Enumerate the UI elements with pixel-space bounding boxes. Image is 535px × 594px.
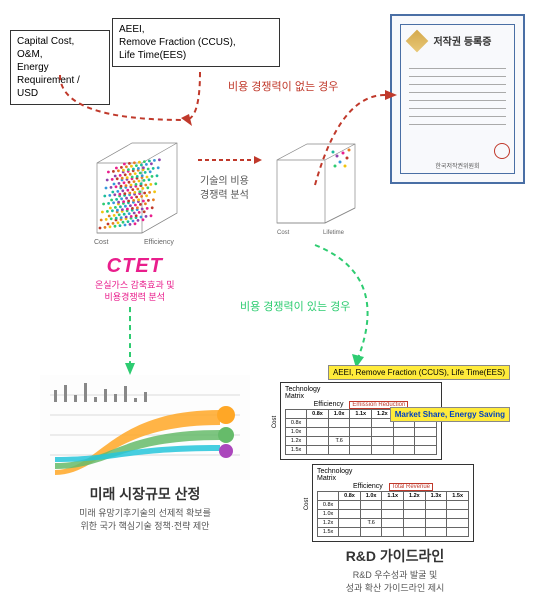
certificate-footer: 한국저작권위원회 <box>401 161 514 170</box>
cube-annotation: 기술의 비용 경쟁력 분석 <box>200 175 249 203</box>
sankey-chart <box>40 375 250 480</box>
certificate-title: 저작권 등록증 <box>433 33 491 48</box>
input-line: Energy Requirement / USD <box>17 61 103 100</box>
matrix-table: 0.8x1.0x1.1x1.2x1.3x1.5x 0.8x 1.0x 1.2xT… <box>317 491 469 537</box>
analysis-cube-chart: Cost Lifetime <box>265 138 370 238</box>
yellow-tag-1: AEEI, Remove Fraction (CCUS), Life Time(… <box>328 365 510 380</box>
certificate-inner: 저작권 등록증 한국저작권위원회 <box>400 24 515 174</box>
input-line: O&M, <box>17 48 103 61</box>
rd-guideline-block: AEEI, Remove Fraction (CCUS), Life Time(… <box>280 362 510 594</box>
market-title: 미래 시장규모 산정 <box>40 484 250 504</box>
input-line: Remove Fraction (CCUS), <box>119 36 273 49</box>
input-line: Life Time(EES) <box>119 49 273 62</box>
matrix-revenue: TechnologyMatrix Efficiency Total Revenu… <box>312 464 474 542</box>
market-sub: 미래 유망기후기술의 선제적 확보를 위한 국가 핵심기술 정책·전략 제안 <box>40 507 250 532</box>
annot-line: 경쟁력 분석 <box>200 189 249 203</box>
certificate-card: 저작권 등록증 한국저작권위원회 <box>390 14 525 184</box>
svg-text:Lifetime: Lifetime <box>323 230 345 236</box>
arrow-ctet-to-market <box>110 305 150 375</box>
rainbow-cube-chart: Cost Efficiency <box>82 138 192 248</box>
svg-text:Efficiency: Efficiency <box>144 239 174 246</box>
annot-line: 기술의 비용 <box>200 175 249 189</box>
input-line: Capital Cost, <box>17 35 103 48</box>
arrow-cube-to-analysis <box>196 150 266 170</box>
input-cost-box: Capital Cost, O&M, Energy Requirement / … <box>10 30 110 105</box>
svg-text:Cost: Cost <box>277 230 290 236</box>
ctet-sub: 온실가스 감축효과 및 비용경쟁력 분석 <box>95 280 175 303</box>
certificate-body <box>405 68 510 125</box>
yellow-tag-2: Market Share, Energy Saving <box>390 407 510 422</box>
input-tech-box: AEEI, Remove Fraction (CCUS), Life Time(… <box>112 18 280 67</box>
market-scale-block: 미래 시장규모 산정 미래 유망기후기술의 선제적 확보를 위한 국가 핵심기술… <box>40 375 250 532</box>
ctet-block: CTET 온실가스 감축효과 및 비용경쟁력 분석 <box>95 255 175 303</box>
input-line: AEEI, <box>119 23 273 36</box>
label-no-cost-competitiveness: 비용 경쟁력이 없는 경우 <box>228 78 338 94</box>
rd-sub: R&D 우수성과 발굴 및 성과 확산 가이드라인 제시 <box>280 569 510 594</box>
certificate-seal-icon <box>494 143 510 159</box>
svg-text:Cost: Cost <box>94 239 108 246</box>
certificate-logo-icon <box>406 30 429 53</box>
ctet-title: CTET <box>95 255 175 278</box>
label-has-cost-competitiveness: 비용 경쟁력이 있는 경우 <box>240 298 350 314</box>
rd-title: R&D 가이드라인 <box>280 546 510 566</box>
